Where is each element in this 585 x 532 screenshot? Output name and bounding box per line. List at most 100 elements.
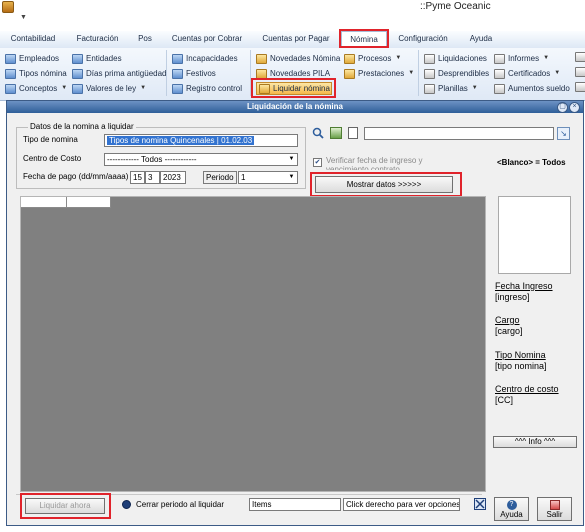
tab-configuracion[interactable]: Configuración bbox=[392, 31, 454, 47]
chevron-down-icon: ▼ bbox=[395, 55, 402, 61]
tab-cuentas-por-pagar[interactable]: Cuentas por Pagar bbox=[256, 31, 336, 47]
salir-button[interactable]: Salir bbox=[537, 497, 572, 521]
chevron-down-icon: ▼ bbox=[288, 156, 295, 162]
informes-button[interactable]: Informes ▼ bbox=[494, 52, 549, 65]
valores-ley-button[interactable]: Valores de ley ▼ bbox=[72, 82, 146, 95]
minimize-icon[interactable]: ▢ bbox=[557, 102, 568, 113]
click-derecho-hint: Click derecho para ver opciones bbox=[343, 498, 460, 511]
verificar-checkbox[interactable]: ✔ bbox=[313, 158, 322, 167]
certificados-button[interactable]: Certificados ▼ bbox=[494, 67, 560, 80]
desprendibles-button[interactable]: Desprendibles bbox=[424, 67, 489, 80]
search-input[interactable] bbox=[364, 127, 554, 140]
ribbon-divider bbox=[418, 50, 419, 96]
chevron-down-icon: ▼ bbox=[288, 174, 295, 180]
periodo-value: 1 bbox=[241, 173, 246, 182]
prestaciones-button[interactable]: Prestaciones ▼ bbox=[344, 67, 414, 80]
grid-options-icon[interactable] bbox=[474, 498, 486, 510]
items-field: Items bbox=[249, 498, 341, 511]
ayuda-label: Ayuda bbox=[500, 510, 523, 519]
chevron-down-icon: ▼ bbox=[61, 85, 68, 91]
app-icon[interactable] bbox=[2, 1, 14, 13]
chevron-down-icon: ▼ bbox=[408, 70, 415, 76]
printer-icon bbox=[424, 83, 435, 94]
cerrar-periodo-label: Cerrar periodo al liquidar bbox=[136, 500, 225, 509]
fecha-ingreso-value: [ingreso] bbox=[495, 292, 530, 302]
title-bar bbox=[0, 0, 585, 14]
festivos-button[interactable]: Festivos bbox=[172, 67, 216, 80]
centro-costo-select[interactable]: ------------ Todos ------------ ▼ bbox=[104, 153, 298, 166]
tab-facturacion[interactable]: Facturación bbox=[70, 31, 125, 47]
arrow-down-right-icon[interactable]: ↘ bbox=[557, 127, 570, 140]
app-title: ::Pyme Oceanic bbox=[420, 1, 491, 12]
exit-icon bbox=[549, 500, 560, 510]
close-icon[interactable]: × bbox=[569, 102, 580, 113]
printer-icon bbox=[494, 83, 505, 94]
cerrar-periodo-checkbox[interactable] bbox=[122, 500, 131, 509]
chevron-down-icon: ▼ bbox=[471, 85, 478, 91]
aumentos-sueldo-button[interactable]: Aumentos sueldo bbox=[494, 82, 570, 95]
tab-ayuda[interactable]: Ayuda bbox=[464, 31, 498, 47]
novedades-nomina-button[interactable]: Novedades Nómina bbox=[256, 52, 340, 65]
tipo-nomina-value: Tipos de nomina Quincenales | 01.02.03 bbox=[107, 136, 255, 145]
info-button[interactable]: ^^^ Info ^^^ bbox=[493, 436, 577, 448]
fecha-mes-input[interactable]: 3 bbox=[145, 171, 160, 184]
conceptos-button[interactable]: Conceptos ▼ bbox=[5, 82, 67, 95]
search-icon[interactable] bbox=[312, 127, 324, 139]
procesos-button[interactable]: Procesos ▼ bbox=[344, 52, 401, 65]
tab-cuentas-por-cobrar[interactable]: Cuentas por Cobrar bbox=[166, 31, 248, 47]
control-log-icon bbox=[172, 83, 183, 94]
grid-column-header[interactable] bbox=[21, 197, 67, 208]
tipos-nomina-button[interactable]: Tipos nómina bbox=[5, 67, 67, 80]
printer-icon bbox=[424, 53, 435, 64]
centro-costo-label: Centro de Costo bbox=[23, 154, 82, 163]
quick-access-dropdown-icon[interactable]: ▼ bbox=[20, 14, 27, 21]
tipo-nomina-select[interactable]: Tipos de nomina Quincenales | 01.02.03 bbox=[104, 134, 298, 147]
printer-icon[interactable] bbox=[575, 82, 585, 92]
quick-access-bar bbox=[0, 14, 585, 31]
law-values-icon bbox=[72, 83, 83, 94]
centro-costo-value: ------------ Todos ------------ bbox=[107, 155, 197, 164]
benefits-icon bbox=[344, 68, 355, 79]
entidades-button[interactable]: Entidades bbox=[72, 52, 122, 65]
dias-prima-button[interactable]: Días prima antigüedad bbox=[72, 67, 167, 80]
payroll-news-icon bbox=[256, 53, 267, 64]
fecha-pago-label: Fecha de pago (dd/mm/aaaa) bbox=[23, 172, 129, 181]
processes-icon bbox=[344, 53, 355, 64]
employees-grid[interactable] bbox=[20, 196, 486, 492]
tipo-nomina-info-label: Tipo Nomina bbox=[495, 350, 546, 360]
verificar-label: Verificar fecha de ingreso y vencimiento… bbox=[326, 156, 423, 170]
incapacidades-button[interactable]: Incapacidades bbox=[172, 52, 238, 65]
entities-icon bbox=[72, 53, 83, 64]
tab-pos[interactable]: Pos bbox=[133, 31, 157, 47]
concepts-icon bbox=[5, 83, 16, 94]
liquidaciones-button[interactable]: Liquidaciones bbox=[424, 52, 487, 65]
liquidar-ahora-highlight bbox=[20, 493, 111, 519]
printer-icon bbox=[494, 68, 505, 79]
ayuda-button[interactable]: ? Ayuda bbox=[494, 497, 529, 521]
chevron-down-icon: ▼ bbox=[554, 70, 561, 76]
printer-icon[interactable] bbox=[575, 67, 585, 77]
planillas-button[interactable]: Planillas ▼ bbox=[424, 82, 478, 95]
periodo-label: Periodo bbox=[203, 171, 237, 184]
periodo-select[interactable]: 1 ▼ bbox=[238, 171, 298, 184]
ribbon-divider bbox=[166, 50, 167, 96]
tab-contabilidad[interactable]: Contabilidad bbox=[4, 31, 62, 47]
fecha-anio-input[interactable]: 2023 bbox=[160, 171, 186, 184]
fecha-ingreso-label: Fecha Ingreso bbox=[495, 281, 553, 291]
document-icon[interactable] bbox=[348, 127, 358, 139]
printer-icon[interactable] bbox=[575, 52, 585, 62]
payroll-types-icon bbox=[5, 68, 16, 79]
fecha-dia-input[interactable]: 15 bbox=[130, 171, 145, 184]
mostrar-datos-highlight bbox=[310, 172, 462, 197]
cargo-label: Cargo bbox=[495, 315, 520, 325]
employees-icon bbox=[5, 53, 16, 64]
chevron-down-icon: ▼ bbox=[140, 85, 147, 91]
registro-control-button[interactable]: Registro control bbox=[172, 82, 242, 95]
help-icon: ? bbox=[506, 500, 517, 510]
grid-column-header[interactable] bbox=[67, 197, 111, 208]
empleados-button[interactable]: Empleados bbox=[5, 52, 59, 65]
liquidar-nomina-highlight bbox=[251, 78, 336, 98]
picture-icon[interactable] bbox=[330, 127, 342, 139]
centro-costo-info-label: Centro de costo bbox=[495, 384, 559, 394]
centro-costo-info-value: [CC] bbox=[495, 395, 513, 405]
